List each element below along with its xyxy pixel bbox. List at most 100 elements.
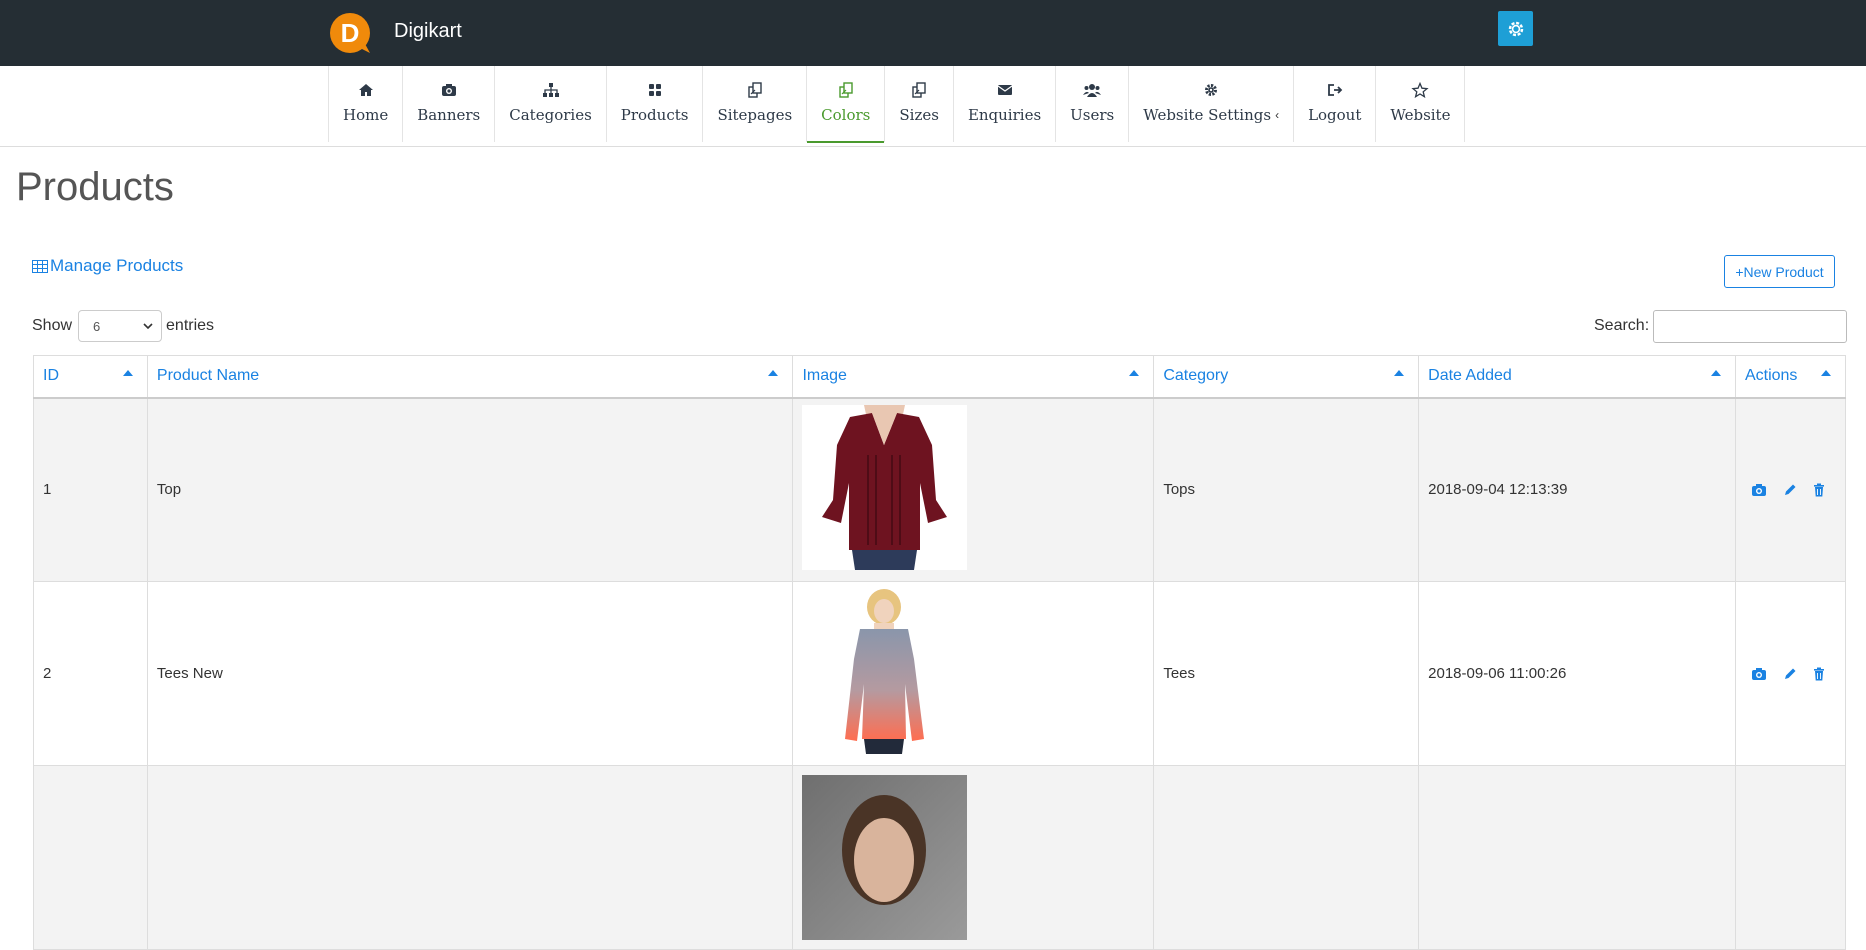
cell-actions: [1734, 765, 1847, 950]
nav-item-products[interactable]: Products: [607, 66, 704, 142]
nav-item-website[interactable]: Website: [1376, 66, 1466, 142]
nav-item-label: Enquiries: [967, 106, 1042, 124]
manage-products-link[interactable]: Manage Products: [32, 256, 183, 276]
nav-item-label-wrap: Website Settings ‹: [1143, 106, 1279, 124]
column-header-label: Category: [1163, 367, 1229, 385]
products-table: ID Product Name Image Category Date Added Act…: [33, 355, 1847, 950]
digikart-logo[interactable]: D: [328, 9, 376, 57]
column-header-image[interactable]: Image: [792, 355, 1155, 399]
nav-item-sitepages[interactable]: Sitepages: [703, 66, 808, 142]
manage-products-label: Manage Products: [50, 256, 184, 275]
trash-icon[interactable]: [1813, 667, 1825, 681]
brand-name[interactable]: Digikart: [394, 20, 462, 43]
cell-image: [792, 397, 1155, 582]
column-header-category[interactable]: Category: [1153, 355, 1420, 399]
product-image[interactable]: [802, 405, 968, 571]
nav-item-label: Sizes: [899, 106, 939, 124]
nav-item-colors[interactable]: Colors: [807, 66, 886, 143]
page-size-value: 6: [93, 318, 101, 334]
cell-actions: [1734, 581, 1847, 766]
column-header-label: ID: [43, 367, 59, 385]
nav-item-label: Colors: [821, 106, 871, 124]
logout-icon: [1326, 80, 1344, 100]
sitemap-icon: [542, 80, 560, 100]
edit-icon[interactable]: [1783, 667, 1797, 681]
cell-image: [792, 765, 1155, 950]
sort-up-icon: [1710, 370, 1721, 376]
cell-id: [33, 765, 148, 950]
sort-up-icon: [768, 370, 779, 376]
nav-item-label: Website Settings: [1143, 106, 1272, 124]
trash-icon[interactable]: [1813, 483, 1825, 497]
cell-product-name: Tees New: [146, 581, 794, 766]
cell-image: [792, 581, 1155, 766]
search-label: Search:: [1594, 317, 1650, 334]
star-icon: [1411, 80, 1430, 100]
users-icon: [1083, 80, 1102, 100]
cell-date-added: 2018-09-04 12:13:39: [1418, 397, 1736, 582]
nav-item-sizes[interactable]: Sizes: [885, 66, 954, 142]
column-header-label: Date Added: [1428, 367, 1512, 385]
nav-item-label: Website: [1390, 106, 1451, 124]
main-nav: Home Banners Categories Products Sitepages Co…: [0, 66, 1866, 147]
cell-date-added: [1418, 765, 1736, 950]
edit-icon[interactable]: [1783, 483, 1797, 497]
cell-id: 2: [33, 581, 148, 766]
sort-up-icon: [1394, 370, 1405, 376]
nav-item-categories[interactable]: Categories: [495, 66, 607, 142]
table-row: 1 Top Tops 2018-09-04 12:13:39: [33, 397, 1847, 582]
search-input[interactable]: [1653, 310, 1847, 343]
column-header-date-added[interactable]: Date Added: [1418, 355, 1736, 399]
cell-product-name: Top: [146, 397, 794, 582]
gear-icon: [1508, 21, 1523, 36]
top-bar: D Digikart: [0, 0, 1866, 66]
home-icon: [357, 80, 375, 100]
sort-up-icon: [1129, 370, 1140, 376]
cell-category: Tees: [1153, 581, 1420, 766]
table-row: [33, 765, 1847, 950]
nav-item-banners[interactable]: Banners: [403, 66, 496, 142]
row-actions: [1745, 667, 1836, 681]
nav-item-label: Logout: [1308, 106, 1362, 124]
nav-item-label: Sitepages: [717, 106, 793, 124]
copy-icon: [746, 80, 764, 100]
envelope-icon: [996, 80, 1014, 100]
column-header-label: Product Name: [156, 367, 260, 385]
settings-button[interactable]: [1498, 11, 1533, 46]
column-header-actions[interactable]: Actions: [1734, 355, 1847, 399]
nav-item-label: Home: [343, 106, 389, 124]
nav-item-label: Products: [620, 106, 689, 124]
cell-date-added: 2018-09-06 11:00:26: [1418, 581, 1736, 766]
page-size-select[interactable]: 6: [78, 310, 163, 342]
cell-product-name: [146, 765, 794, 950]
svg-text:D: D: [341, 18, 360, 48]
column-header-product-name[interactable]: Product Name: [146, 355, 794, 399]
copy-icon: [837, 80, 855, 100]
nav-item-home[interactable]: Home: [329, 66, 404, 142]
nav-item-enquiries[interactable]: Enquiries: [954, 66, 1057, 142]
new-product-button[interactable]: +New Product: [1724, 255, 1835, 288]
page-title: Products: [16, 165, 174, 209]
nav-item-website-settings[interactable]: Website Settings ‹: [1129, 66, 1295, 142]
copy-icon: [910, 80, 928, 100]
column-header-label: Image: [802, 367, 847, 385]
show-label: Show: [32, 317, 73, 334]
nav-item-users[interactable]: Users: [1056, 66, 1130, 142]
camera-icon[interactable]: [1751, 483, 1767, 497]
product-image[interactable]: [802, 589, 968, 754]
nav-item-label: Users: [1070, 106, 1115, 124]
nav-item-label: Categories: [509, 106, 592, 124]
entries-label: entries: [166, 317, 215, 334]
camera-icon[interactable]: [1751, 667, 1767, 681]
product-image[interactable]: [802, 775, 968, 940]
page-size-control: Show 6 entries: [32, 310, 214, 342]
column-header-label: Actions: [1744, 367, 1798, 385]
table-row: 2 Tees New Tees 2018-09-06 11:00:26: [33, 581, 1847, 766]
nav-item-logout[interactable]: Logout: [1294, 66, 1377, 142]
column-header-id[interactable]: ID: [33, 355, 148, 399]
cell-actions: [1734, 397, 1847, 582]
gear-icon: [1202, 80, 1220, 100]
sort-up-icon: [1821, 370, 1831, 376]
grid-icon: [646, 80, 664, 100]
cell-id: 1: [33, 397, 148, 582]
